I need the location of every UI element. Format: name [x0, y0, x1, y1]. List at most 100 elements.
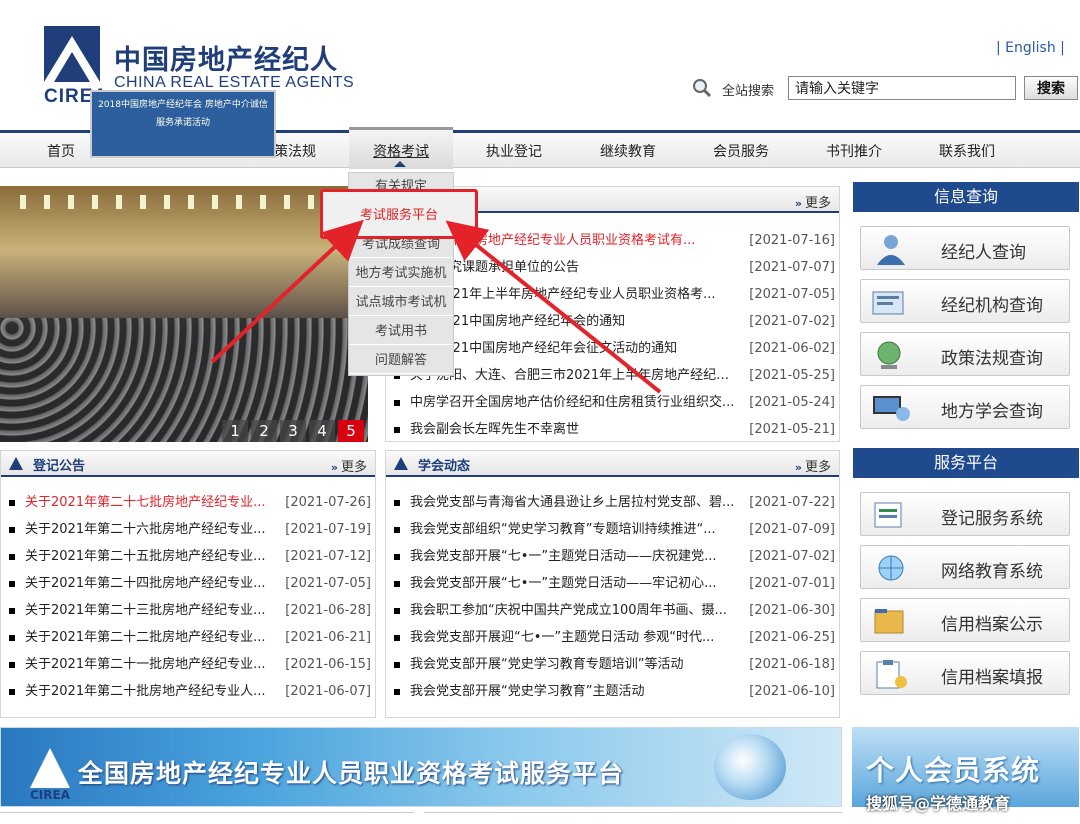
list-item[interactable]: 我会党支部与青海省大通县逊让乡上居拉村党支部、碧... [2021-07-22] [394, 489, 835, 516]
list-item[interactable]: 关于2021年第二十六批房地产经纪专业... [2021-07-19] [9, 516, 371, 543]
search-input[interactable] [788, 76, 1016, 100]
bullet-icon [394, 689, 400, 695]
list-item-title[interactable]: 开展2021中国房地产经纪年会征文活动的通知 [410, 335, 740, 362]
exam-platform-banner-title: 全国房地产经纪专业人员职业资格考试服务平台 [78, 759, 625, 788]
list-item[interactable]: 关于2021年第二十一批房地产经纪专业... [2021-06-15] [9, 651, 371, 678]
person-icon [871, 233, 911, 265]
nav-item[interactable]: 资格考试 [373, 141, 429, 161]
dropdown-item-exam-platform[interactable]: 考试服务平台 [320, 189, 478, 239]
list-item[interactable]: 我会党支部开展迎“七•一”主题党日活动 参观“时代... [2021-06-25] [394, 624, 835, 651]
sidebar-button[interactable]: 登记服务系统 [860, 492, 1070, 536]
nav-item[interactable]: 首页 [47, 141, 75, 161]
nav-item[interactable]: 联系我们 [939, 141, 995, 161]
list-item-title[interactable]: 关于沈阳、大连、合肥三市2021年上半年房地产经纪专... [410, 362, 740, 389]
list-item[interactable]: 我会党支部开展“七•一”主题党日活动——庆祝建党... [2021-07-02] [394, 543, 835, 570]
list-item-title[interactable]: 我会党支部开展“党史学习教育”主题活动 [410, 678, 740, 705]
list-item-title[interactable]: 关于2021年第二十六批房地产经纪专业... [25, 516, 275, 543]
list-item-title[interactable]: 三市2021年上半年房地产经纪专业人员职业资格考... [410, 281, 740, 308]
list-item[interactable]: 关于2021年第二十四批房地产经纪专业... [2021-07-05] [9, 570, 371, 597]
list-item[interactable]: 我会党支部开展“党史学习教育”主题活动 [2021-06-10] [394, 678, 835, 705]
list-item-title[interactable]: 我会党支部开展迎“七•一”主题党日活动 参观“时代... [410, 624, 740, 651]
carousel-page-button[interactable]: 4 [309, 420, 335, 442]
list-item-date: [2021-05-25] [749, 368, 835, 383]
society-news-panel: 学会动态 » 更多 我会党支部与青海省大通县逊让乡上居拉村党支部、碧... [202… [385, 450, 840, 718]
more-link[interactable]: » 更多 [795, 456, 831, 475]
list-item-title[interactable]: 我会党支部与青海省大通县逊让乡上居拉村党支部、碧... [410, 489, 740, 516]
bullet-icon [394, 635, 400, 641]
sidebar-button[interactable]: 经纪机构查询 [860, 279, 1070, 323]
carousel-page-button[interactable]: 2 [251, 420, 277, 442]
list-item-date: [2021-06-30] [749, 603, 835, 618]
list-item-title[interactable]: 举办2021中国房地产经纪年会的通知 [410, 308, 740, 335]
dropdown-item[interactable]: 问题解答 [349, 348, 453, 374]
list-item[interactable]: 确定研究课题承担单位的公告 [2021-07-07] [394, 254, 835, 281]
list-item-date: [2021-07-05] [749, 287, 835, 302]
list-item-title[interactable]: 关于2021年第二十一批房地产经纪专业... [25, 651, 275, 678]
list-item-title[interactable]: 关于2021年第二十五批房地产经纪专业... [25, 543, 275, 570]
list-item[interactable]: 关于2021年第二十批房地产经纪专业人... [2021-06-07] [9, 678, 371, 705]
dropdown-item[interactable]: 试点城市考试机 [349, 290, 453, 316]
list-item[interactable]: 中房学召开全国房地产估价经纪和住房租赁行业组织交... [2021-05-24] [394, 389, 835, 416]
list-item[interactable]: 举办2021中国房地产经纪年会的通知 [2021-07-02] [394, 308, 835, 335]
globe-icon [871, 339, 911, 371]
list-item-title[interactable]: 关于2021年第二十七批房地产经纪专业... [25, 489, 275, 516]
list-item[interactable]: 我会副会长左晖先生不幸离世 [2021-05-21] [394, 416, 835, 443]
list-item[interactable]: 我会党支部开展“党史学习教育专题培训”等活动 [2021-06-18] [394, 651, 835, 678]
list-item[interactable]: 开展2021中国房地产经纪年会征文活动的通知 [2021-06-02] [394, 335, 835, 362]
building-icon [871, 286, 911, 318]
list-item-title[interactable]: 关于2021年第二十二批房地产经纪专业... [25, 624, 275, 651]
list-item[interactable]: 我会职工参加“庆祝中国共产党成立100周年书画、摄... [2021-06-30] [394, 597, 835, 624]
list-item[interactable]: 关于2021年第二十五批房地产经纪专业... [2021-07-12] [9, 543, 371, 570]
english-link[interactable]: | English | [996, 40, 1065, 56]
carousel-page-button[interactable]: 1 [222, 420, 248, 442]
panel-header: 学会动态 » 更多 [386, 451, 839, 477]
list-item-title[interactable]: 我会党支部组织“党史学习教育”专题培训持续推进“... [410, 516, 740, 543]
list-item[interactable]: 关于2021年第二十二批房地产经纪专业... [2021-06-21] [9, 624, 371, 651]
panel-title: 学会动态 [418, 459, 471, 474]
sidebar-button[interactable]: 经纪人查询 [860, 226, 1070, 270]
nav-item[interactable]: 书刊推介 [826, 141, 882, 161]
sidebar-button[interactable]: 地方学会查询 [860, 385, 1070, 429]
sidebar-button[interactable]: 网络教育系统 [860, 545, 1070, 589]
list-item[interactable]: 关于2021年第二十七批房地产经纪专业... [2021-07-26] [9, 489, 371, 516]
dropdown-item[interactable]: 考试用书 [349, 319, 453, 345]
list-item-title[interactable]: 我会职工参加“庆祝中国共产党成立100周年书画、摄... [410, 597, 740, 624]
list-item-title[interactable]: 我会党支部开展“党史学习教育专题培训”等活动 [410, 651, 740, 678]
magnifier-icon [693, 79, 712, 98]
carousel-page-button[interactable]: 3 [280, 420, 306, 442]
list-item-title[interactable]: 确定研究课题承担单位的公告 [410, 254, 740, 281]
nav-item[interactable]: 执业登记 [486, 141, 542, 161]
search-button[interactable]: 搜索 [1024, 76, 1078, 100]
list-item-title[interactable]: 我会党支部开展“七•一”主题党日活动——牢记初心... [410, 570, 740, 597]
sidebar-button[interactable]: 政策法规查询 [860, 332, 1070, 376]
globe-icon [714, 734, 786, 800]
list-item-title[interactable]: 中房学召开全国房地产估价经纪和住房租赁行业组织交... [410, 389, 740, 416]
list-item[interactable]: 我会党支部组织“党史学习教育”专题培训持续推进“... [2021-07-09] [394, 516, 835, 543]
sidebar-button-label: 地方学会查询 [941, 402, 1043, 422]
list-item-title[interactable]: 关于2021年第二十三批房地产经纪专业... [25, 597, 275, 624]
list-item-title[interactable]: 关于2021年第二十批房地产经纪专业人... [25, 678, 275, 705]
bullet-icon [9, 689, 15, 695]
list-item-title[interactable]: 关于2021年第二十四批房地产经纪专业... [25, 570, 275, 597]
logo-chinese-name[interactable]: 中国房地产经纪人 [114, 38, 338, 77]
nav-item[interactable]: 会员服务 [713, 141, 769, 161]
more-link[interactable]: » 更多 [795, 192, 831, 211]
list-item[interactable]: 三市2021年上半年房地产经纪专业人员职业资格考... [2021-07-05] [394, 281, 835, 308]
list-item-date: [2021-07-09] [749, 522, 835, 537]
dropdown-item[interactable]: 地方考试实施机 [349, 261, 453, 287]
sidebar-button[interactable]: 信用档案公示 [860, 598, 1070, 642]
list-item-title[interactable]: 我会副会长左晖先生不幸离世 [410, 416, 740, 443]
list-item-title[interactable]: 我会党支部开展“七•一”主题党日活动——庆祝建党... [410, 543, 740, 570]
bullet-icon [9, 527, 15, 533]
cirea-logo-icon[interactable] [44, 26, 100, 82]
nav-item[interactable]: 继续教育 [600, 141, 656, 161]
carousel-page-button[interactable]: 5 [338, 420, 364, 442]
list-item[interactable]: 关于2021年第二十三批房地产经纪专业... [2021-06-28] [9, 597, 371, 624]
sidebar-button[interactable]: 信用档案填报 [860, 651, 1070, 695]
list-item[interactable]: 关于沈阳、大连、合肥三市2021年上半年房地产经纪专... [2021-05-25… [394, 362, 835, 389]
more-link[interactable]: » 更多 [331, 456, 367, 475]
list-item-date: [2021-07-02] [749, 314, 835, 329]
list-item[interactable]: 我会党支部开展“七•一”主题党日活动——牢记初心... [2021-07-01] [394, 570, 835, 597]
bullet-icon [9, 581, 15, 587]
education-icon [871, 552, 911, 584]
